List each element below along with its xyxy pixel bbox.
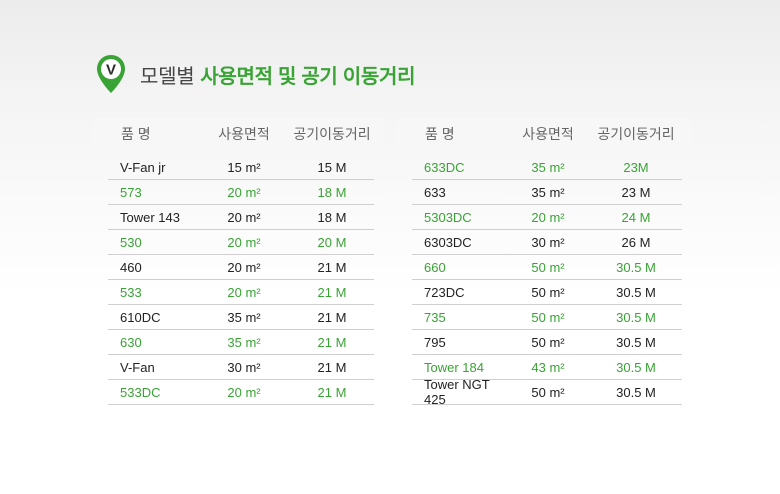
- distance-value: 18 M: [317, 209, 347, 225]
- distance-value: 23 M: [621, 184, 651, 200]
- model-name: 795: [424, 334, 446, 350]
- table-row: Tower 143 20 m² 18 M: [108, 205, 374, 230]
- area-value: 50 m²: [531, 384, 565, 400]
- model-name: Tower NGT 425: [424, 377, 490, 407]
- table-row: 735 50 m² 30.5 M: [412, 305, 682, 330]
- distance-value: 30.5 M: [616, 284, 656, 300]
- model-name: 610DC: [120, 309, 161, 325]
- table-row: 610DC 35 m² 21 M: [108, 305, 374, 330]
- area-value: 20 m²: [227, 384, 261, 400]
- area-value: 50 m²: [531, 259, 565, 275]
- area-value: 35 m²: [531, 159, 565, 175]
- area-value: 35 m²: [227, 334, 261, 350]
- area-value: 35 m²: [531, 184, 565, 200]
- model-name: V-Fan jr: [120, 159, 166, 175]
- distance-value: 30.5 M: [616, 259, 656, 275]
- distance-value: 23M: [623, 159, 649, 175]
- table-row: 660 50 m² 30.5 M: [412, 255, 682, 280]
- distance-value: 24 M: [621, 209, 651, 225]
- area-value: 15 m²: [227, 159, 261, 175]
- distance-value: 30.5 M: [616, 334, 656, 350]
- table-row: Tower NGT 425 50 m² 30.5 M: [412, 377, 682, 407]
- distance-value: 30.5 M: [616, 359, 656, 375]
- col-header-area: 사용면적: [218, 125, 270, 142]
- col-header-name: 품 명: [425, 125, 455, 142]
- model-name: V-Fan: [120, 359, 155, 375]
- distance-value: 21 M: [317, 259, 347, 275]
- area-value: 50 m²: [531, 309, 565, 325]
- table-row: 633DC 35 m² 23M: [412, 155, 682, 180]
- area-value: 20 m²: [227, 259, 261, 275]
- area-value: 43 m²: [531, 359, 565, 375]
- distance-value: 21 M: [317, 334, 347, 350]
- table-row: 5303DC 20 m² 24 M: [412, 205, 682, 230]
- table-row: 533 20 m² 21 M: [108, 280, 374, 305]
- col-header-distance: 공기이동거리: [597, 125, 675, 142]
- page-title: 모델별 사용면적 및 공기 이동거리: [140, 60, 415, 89]
- area-value: 20 m²: [227, 284, 261, 300]
- table-body: V-Fan jr 15 m² 15 M 573 20 m² 18 M Tower 143 20…: [92, 149, 384, 405]
- location-pin-logo-icon: V: [97, 55, 125, 93]
- table-row: V-Fan 30 m² 21 M: [108, 355, 374, 380]
- distance-value: 30.5 M: [616, 309, 656, 325]
- area-value: 20 m²: [227, 234, 261, 250]
- table-row: 795 50 m² 30.5 M: [412, 330, 682, 355]
- table-row: 723DC 50 m² 30.5 M: [412, 280, 682, 305]
- model-name: 735: [424, 309, 446, 325]
- model-name: 723DC: [424, 284, 465, 300]
- distance-value: 21 M: [317, 284, 347, 300]
- table-header: 품 명 사용면적 공기이동거리: [396, 118, 692, 149]
- page-header: V 모델별 사용면적 및 공기 이동거리: [96, 54, 415, 94]
- area-value: 50 m²: [531, 334, 565, 350]
- model-name: 660: [424, 259, 446, 275]
- col-header-name: 품 명: [121, 125, 151, 142]
- table-row: 630 35 m² 21 M: [108, 330, 374, 355]
- distance-value: 21 M: [317, 309, 347, 325]
- table-row: V-Fan jr 15 m² 15 M: [108, 155, 374, 180]
- model-name: 630: [120, 334, 142, 350]
- model-name: 533DC: [120, 384, 161, 400]
- model-name: 533: [120, 284, 142, 300]
- table-row: 6303DC 30 m² 26 M: [412, 230, 682, 255]
- model-name: 530: [120, 234, 142, 250]
- col-header-area: 사용면적: [522, 125, 574, 142]
- distance-value: 21 M: [317, 384, 347, 400]
- table-row: 633 35 m² 23 M: [412, 180, 682, 205]
- distance-value: 15 M: [317, 159, 347, 175]
- table-row: 460 20 m² 21 M: [108, 255, 374, 280]
- model-name: 6303DC: [424, 234, 472, 250]
- model-name: 633DC: [424, 159, 465, 175]
- table-row: 573 20 m² 18 M: [108, 180, 374, 205]
- logo-letter: V: [106, 62, 116, 79]
- model-name: 5303DC: [424, 209, 472, 225]
- title-strong: 사용면적 및 공기 이동거리: [200, 65, 416, 88]
- distance-value: 18 M: [317, 184, 347, 200]
- model-table-left: 품 명 사용면적 공기이동거리 V-Fan jr 15 m² 15 M 573 20 m…: [92, 118, 384, 405]
- table-body: 633DC 35 m² 23M 633 35 m² 23 M 5303DC 20 m² 24 M…: [396, 149, 692, 407]
- model-name: Tower 143: [120, 209, 180, 225]
- title-prefix: 모델별: [140, 65, 195, 88]
- area-value: 30 m²: [531, 234, 565, 250]
- area-value: 20 m²: [227, 209, 261, 225]
- area-value: 20 m²: [227, 184, 261, 200]
- area-value: 35 m²: [227, 309, 261, 325]
- area-value: 30 m²: [227, 359, 261, 375]
- distance-value: 30.5 M: [616, 384, 656, 400]
- col-header-distance: 공기이동거리: [293, 125, 371, 142]
- distance-value: 20 M: [317, 234, 347, 250]
- model-name: 573: [120, 184, 142, 200]
- model-table-right: 품 명 사용면적 공기이동거리 633DC 35 m² 23M 633 35 m² 23 …: [396, 118, 692, 407]
- area-value: 20 m²: [531, 209, 565, 225]
- model-name: Tower 184: [424, 359, 484, 375]
- model-name: 633: [424, 184, 446, 200]
- area-value: 50 m²: [531, 284, 565, 300]
- table-row: 530 20 m² 20 M: [108, 230, 374, 255]
- model-name: 460: [120, 259, 142, 275]
- distance-value: 21 M: [317, 359, 347, 375]
- table-header: 품 명 사용면적 공기이동거리: [92, 118, 384, 149]
- table-row: 533DC 20 m² 21 M: [108, 380, 374, 405]
- distance-value: 26 M: [621, 234, 651, 250]
